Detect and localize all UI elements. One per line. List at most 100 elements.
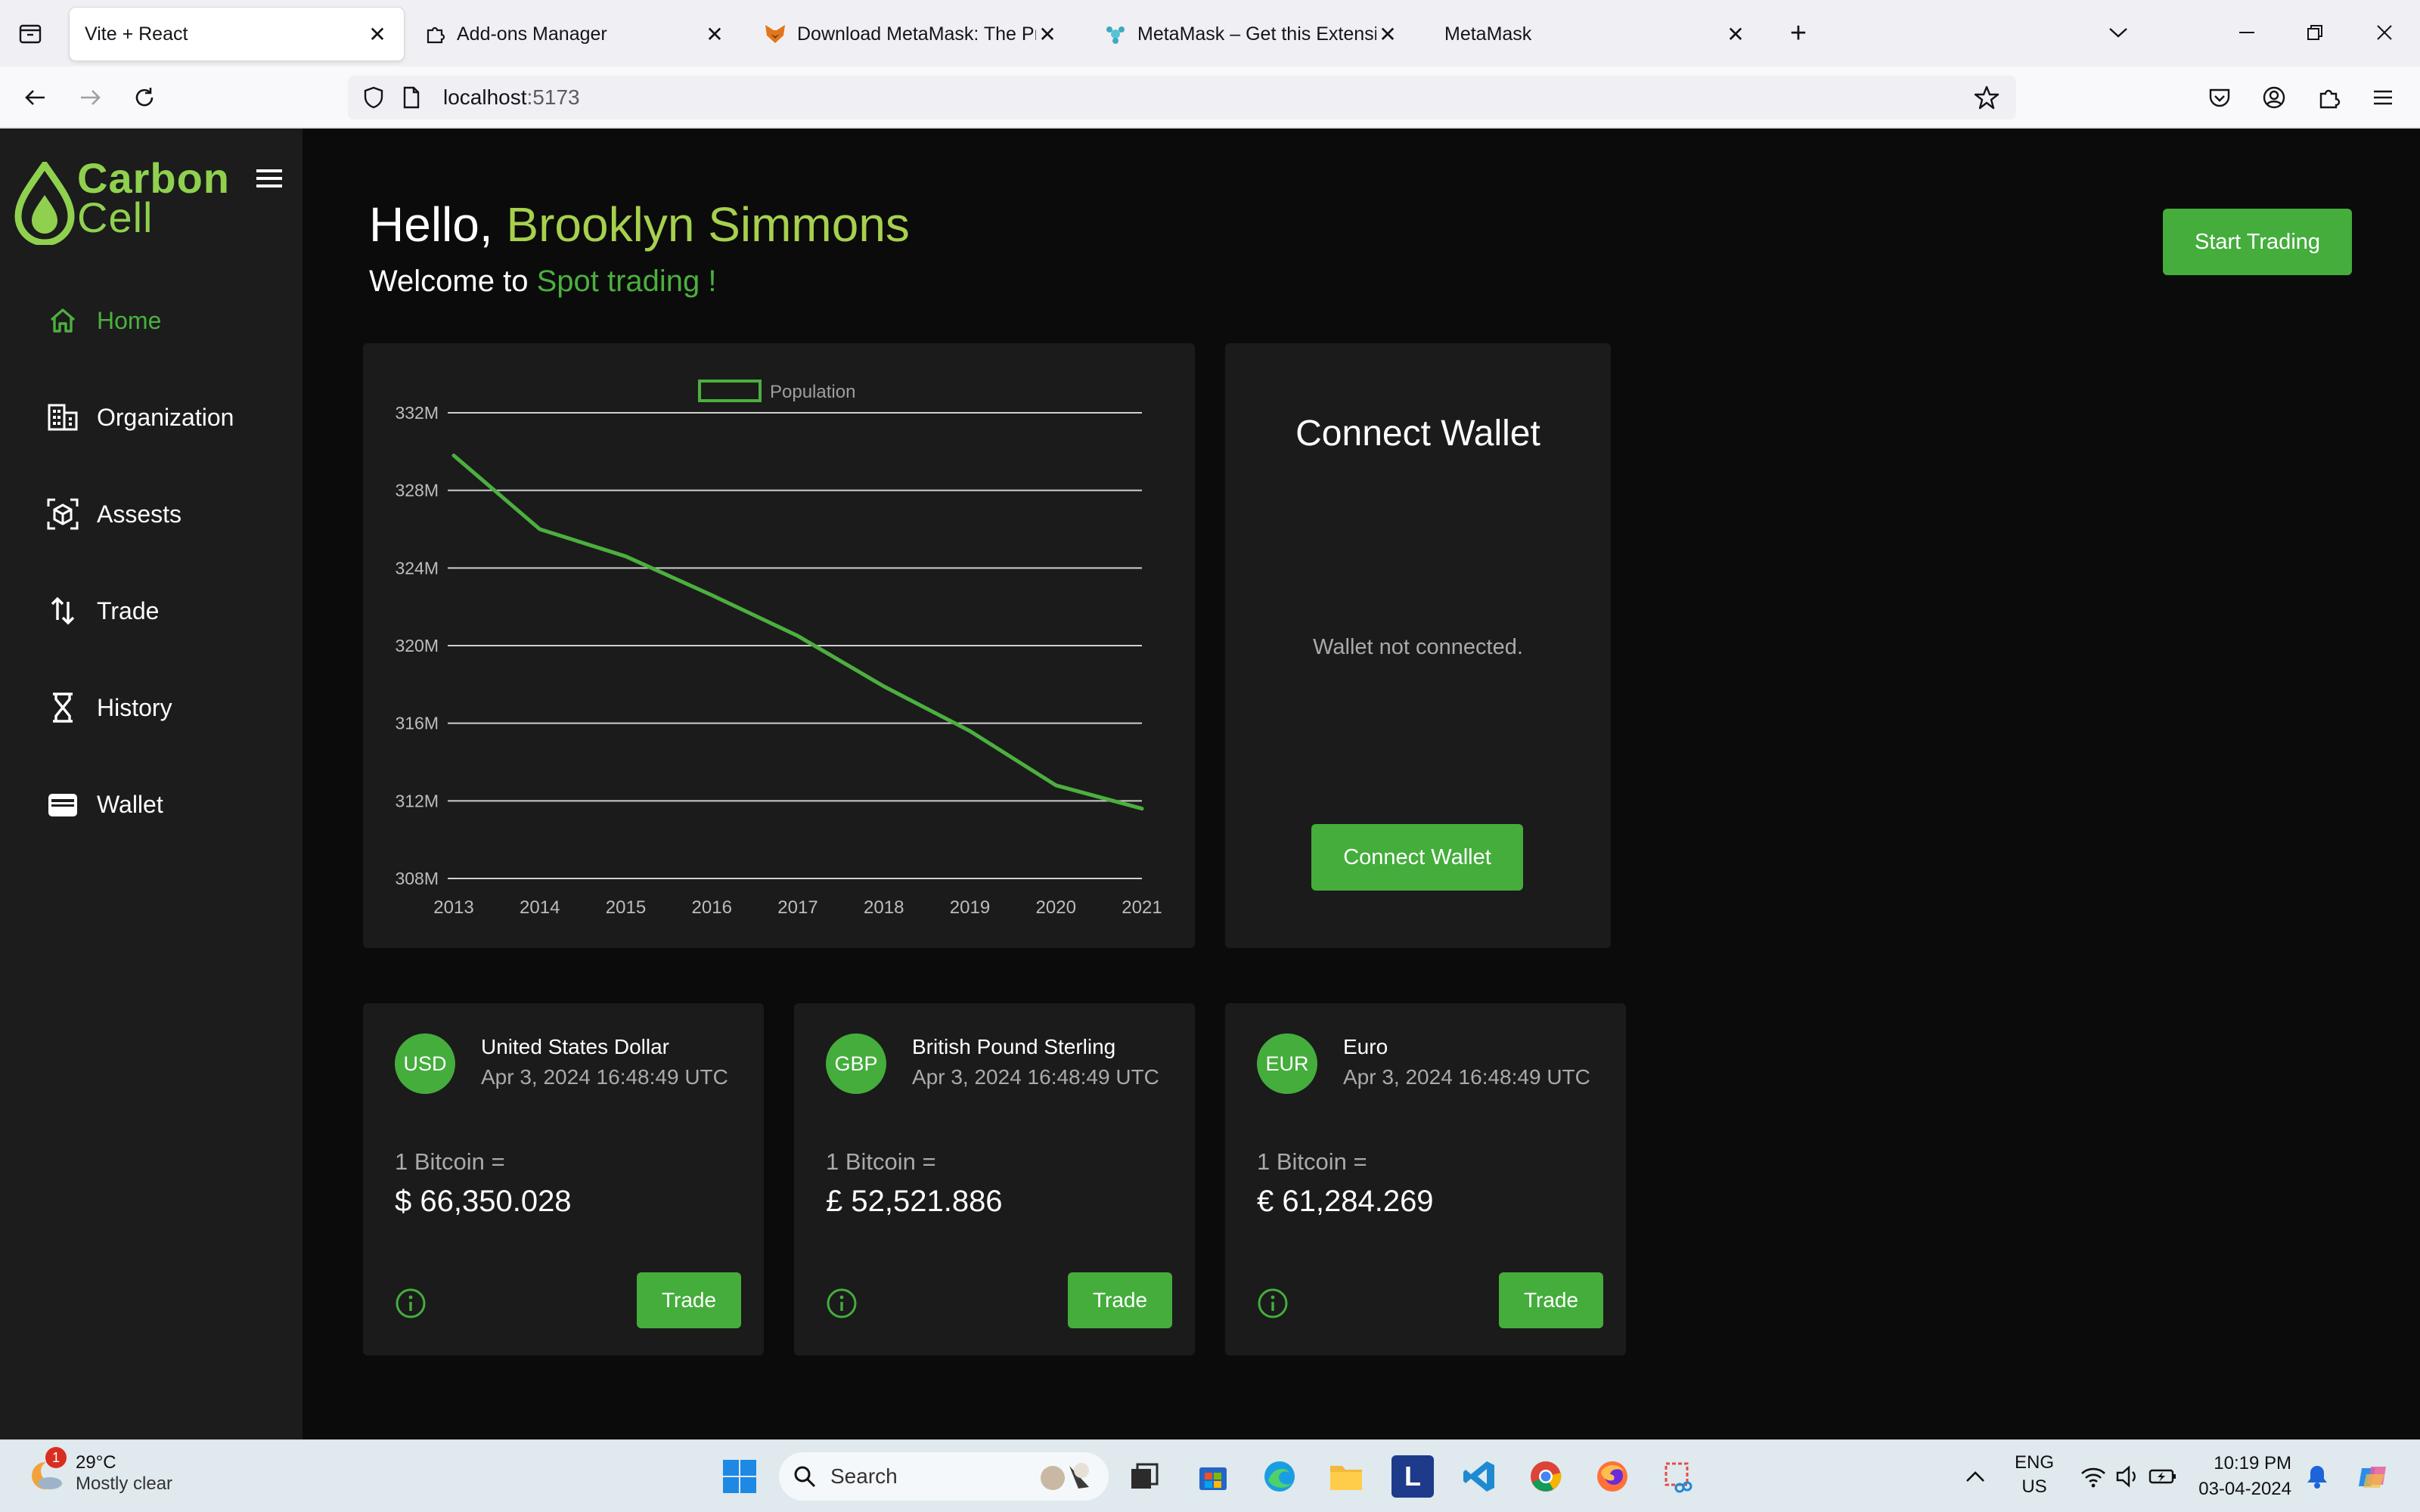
y-tick-label: 308M xyxy=(395,869,439,888)
search-label: Search xyxy=(830,1464,898,1488)
edge-browser-icon[interactable] xyxy=(1258,1455,1301,1498)
rate-label: 1 Bitcoin = xyxy=(826,1148,936,1175)
vscode-icon[interactable] xyxy=(1458,1455,1500,1498)
tab-list-icon[interactable] xyxy=(15,18,45,48)
logo-line-1: Carbon xyxy=(77,154,230,202)
forward-arrow-icon[interactable] xyxy=(73,80,107,115)
extensions-icon[interactable] xyxy=(2311,80,2346,115)
reload-icon[interactable] xyxy=(127,80,162,115)
windows-start-icon[interactable] xyxy=(718,1455,761,1498)
currency-name: British Pound Sterling xyxy=(912,1035,1116,1058)
bookmark-star-icon[interactable] xyxy=(1974,85,2000,114)
close-tab-icon[interactable]: ✕ xyxy=(703,23,726,46)
menu-icon[interactable] xyxy=(2366,80,2400,115)
sidebar-item-label: Trade xyxy=(97,596,160,624)
browser-tab-addons[interactable]: Add-ons Manager ✕ xyxy=(408,8,741,60)
start-trading-button[interactable]: Start Trading xyxy=(2163,209,2352,275)
language-indicator[interactable]: ENG US xyxy=(2015,1451,2054,1499)
main-content: Hello, Brooklyn Simmons Welcome to Spot … xyxy=(302,129,2420,1439)
copilot-icon[interactable] xyxy=(2352,1455,2394,1498)
info-icon[interactable] xyxy=(826,1287,858,1319)
logo-line-2: Cell xyxy=(77,194,154,241)
language-line-2: US xyxy=(2021,1476,2047,1497)
account-icon[interactable] xyxy=(2257,80,2291,115)
hourglass-icon xyxy=(45,690,80,725)
sidebar-item-trade[interactable]: Trade xyxy=(45,588,287,634)
trade-arrows-icon xyxy=(45,593,80,628)
pocket-icon[interactable] xyxy=(2202,80,2237,115)
rate-value: $ 66,350.028 xyxy=(395,1185,572,1218)
currency-name: Euro xyxy=(1343,1035,1388,1058)
connect-wallet-card: Connect Wallet Wallet not connected. Con… xyxy=(1225,343,1611,948)
sidebar-item-label: Assests xyxy=(97,500,182,528)
sidebar-item-home[interactable]: Home xyxy=(45,298,287,343)
close-tab-icon[interactable]: ✕ xyxy=(366,23,389,46)
connect-wallet-button[interactable]: Connect Wallet xyxy=(1311,824,1523,891)
shield-icon[interactable] xyxy=(363,86,384,113)
firefox-icon[interactable] xyxy=(1591,1455,1634,1498)
user-name: Brooklyn Simmons xyxy=(506,197,910,252)
task-view-icon[interactable] xyxy=(1124,1455,1166,1498)
browser-tab-metamask-extension[interactable]: MetaMask – Get this Extension ✕ xyxy=(1089,8,1414,60)
addons-icon xyxy=(1104,23,1127,45)
url-bar[interactable]: localhost:5173 xyxy=(348,76,2016,119)
currency-timestamp: Apr 3, 2024 16:48:49 UTC xyxy=(912,1065,1159,1089)
sidebar-item-organization[interactable]: Organization xyxy=(45,395,287,440)
tab-title: MetaMask xyxy=(1444,23,1532,45)
taskbar-search[interactable]: Search xyxy=(779,1452,1109,1501)
x-tick-label: 2015 xyxy=(606,897,646,918)
welcome-subtitle: Welcome to Spot trading ! xyxy=(369,265,717,299)
y-tick-label: 328M xyxy=(395,481,439,500)
browser-tab-metamask[interactable]: MetaMask ✕ xyxy=(1429,8,1762,60)
info-icon[interactable] xyxy=(1257,1287,1289,1319)
sidebar-item-label: Wallet xyxy=(97,790,163,818)
metamask-fox-icon xyxy=(764,23,786,45)
currency-code-badge: USD xyxy=(395,1033,455,1094)
tab-overflow-chevron-icon[interactable] xyxy=(2099,15,2137,50)
l-app-icon[interactable]: L xyxy=(1392,1455,1434,1498)
sidebar-item-assets[interactable]: Assests xyxy=(45,491,287,537)
minimize-window-icon[interactable] xyxy=(2228,15,2266,50)
back-arrow-icon[interactable] xyxy=(18,80,53,115)
file-explorer-icon[interactable] xyxy=(1325,1455,1367,1498)
close-tab-icon[interactable]: ✕ xyxy=(1376,23,1399,46)
y-tick-label: 332M xyxy=(395,403,439,423)
notification-bell-icon[interactable] xyxy=(2296,1455,2338,1498)
tab-title: MetaMask – Get this Extension xyxy=(1137,23,1376,45)
x-tick-label: 2016 xyxy=(692,897,732,918)
trade-button[interactable]: Trade xyxy=(1068,1272,1172,1328)
restore-window-icon[interactable] xyxy=(2296,15,2334,50)
snipping-tool-icon[interactable] xyxy=(1658,1455,1700,1498)
currency-name: United States Dollar xyxy=(481,1035,670,1058)
language-line-1: ENG xyxy=(2015,1452,2055,1473)
close-tab-icon[interactable]: ✕ xyxy=(1036,23,1059,46)
weather-widget[interactable]: 1 29°C Mostly clear xyxy=(27,1447,172,1495)
sidebar-item-wallet[interactable]: Wallet xyxy=(45,782,287,827)
browser-tab-bar: Vite + React ✕ Add-ons Manager ✕ Downloa… xyxy=(0,0,2420,67)
show-hidden-icons-chevron-icon[interactable] xyxy=(1954,1455,1996,1498)
page-icon[interactable] xyxy=(402,86,420,113)
url-host: localhost xyxy=(443,85,527,109)
hamburger-menu-icon[interactable] xyxy=(254,163,284,194)
wallet-card-title: Connect Wallet xyxy=(1295,414,1540,454)
carbon-cell-logo[interactable]: Carbon Cell xyxy=(14,154,233,253)
trade-button[interactable]: Trade xyxy=(1499,1272,1603,1328)
sidebar-item-history[interactable]: History xyxy=(45,685,287,730)
trade-button[interactable]: Trade xyxy=(637,1272,741,1328)
tab-title: Download MetaMask: The Prem xyxy=(797,23,1036,45)
microsoft-store-icon[interactable] xyxy=(1192,1455,1234,1498)
browser-tab-metamask-download[interactable]: Download MetaMask: The Prem ✕ xyxy=(749,8,1074,60)
y-tick-label: 320M xyxy=(395,636,439,655)
browser-tab-vite[interactable]: Vite + React ✕ xyxy=(70,8,404,60)
info-icon[interactable] xyxy=(395,1287,427,1319)
taskbar-clock[interactable]: 10:19 PM 03-04-2024 xyxy=(2178,1451,2291,1502)
new-tab-button[interactable]: + xyxy=(1783,17,1813,49)
chrome-icon[interactable] xyxy=(1525,1455,1567,1498)
population-line-chart: 308M 312M 316M 320M 324M 328M 332M 2013 2014 2015… xyxy=(395,380,1162,918)
close-tab-icon[interactable]: ✕ xyxy=(1724,23,1747,46)
organization-icon xyxy=(45,400,80,435)
greeting-heading: Hello, Brooklyn Simmons xyxy=(369,197,910,253)
close-window-icon[interactable] xyxy=(2366,15,2403,50)
search-icon xyxy=(793,1464,817,1489)
rate-label: 1 Bitcoin = xyxy=(395,1148,505,1175)
